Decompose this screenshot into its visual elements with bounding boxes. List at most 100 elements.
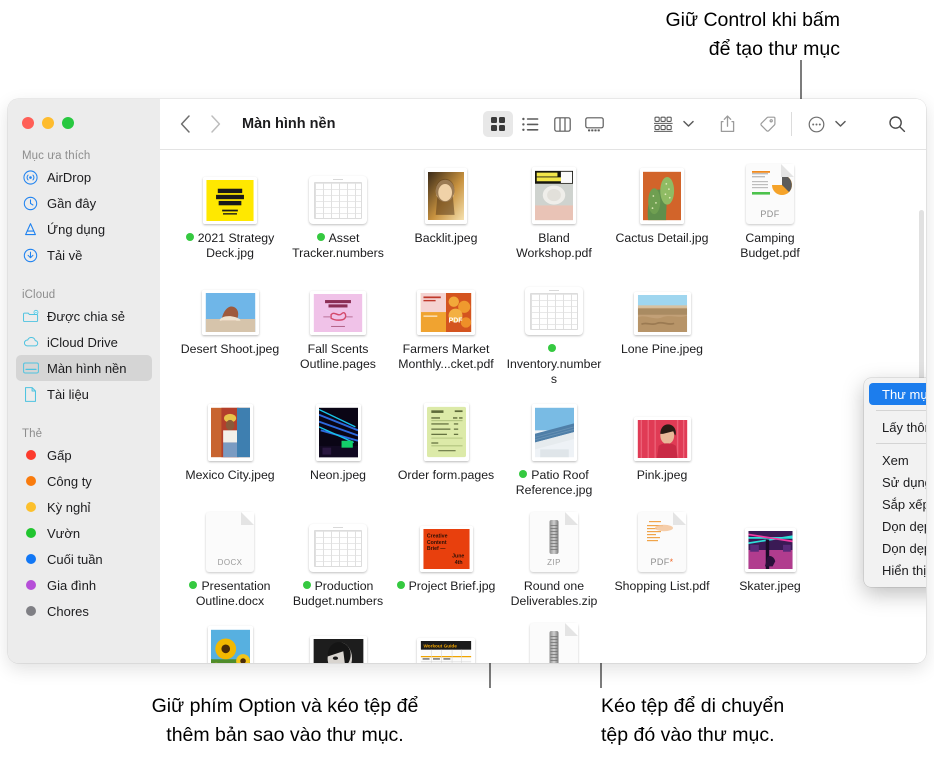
file-item[interactable]: Fall Scents Outline.pages [284,273,392,387]
sidebar-item-tag-giadinh[interactable]: Gia đình [16,572,152,598]
file-name: Project Brief.jpg [396,579,495,594]
zoom-button[interactable] [62,117,74,129]
back-button[interactable] [170,109,200,139]
file-item[interactable]: Inventory.numbers [500,273,608,387]
sidebar-item-tag-gap[interactable]: Gấp [16,442,152,468]
sidebar-section-icloud-title: iCloud [22,289,56,301]
menu-item-clean-up[interactable]: Dọn dẹp [869,515,926,537]
svg-text:Workout Guide: Workout Guide [423,644,457,649]
file-thumbnail [633,273,691,335]
file-item[interactable] [284,621,392,663]
menu-item-label: Xem [882,452,909,468]
docx-document-icon: DOCX [206,512,254,572]
sidebar-item-icloud-drive[interactable]: iCloud Drive [16,329,152,355]
sidebar-item-label: iCloud Drive [47,334,118,350]
menu-item-show-view-options[interactable]: Hiển thị tùy chọn Xem [869,559,926,581]
search-button[interactable] [882,111,912,137]
share-button[interactable] [712,111,742,137]
chevron-down-icon[interactable] [835,115,846,133]
file-item[interactable]: DOCX Presentation Outline.docx [176,510,284,609]
sidebar-section-favorites-title: Mục ưa thích [22,150,91,162]
menu-item-use-groups[interactable]: Sử dụng Nhóm [869,471,926,493]
menu-item-sort-by[interactable]: Sắp xếp theo [869,493,926,515]
sidebar-item-tag-kynghi[interactable]: Kỳ nghỉ [16,494,152,520]
more-actions-button[interactable] [801,111,831,137]
file-thumbnail [315,399,361,461]
sidebar-item-tag-chores[interactable]: Chores [16,598,152,624]
file-name: Order form.pages [397,468,495,482]
file-grid[interactable]: 2021 Strategy Deck.jpg Asset Tracker.num… [160,150,926,663]
file-item[interactable]: Workout Guide [392,621,500,663]
desktop-icon [22,360,39,377]
file-name: Production Budget.numbers [292,579,384,608]
file-item[interactable]: Order form.pages [392,399,500,498]
menu-item-get-info[interactable]: Lấy thông tin [869,416,926,438]
sidebar-item-tag-vuon[interactable]: Vườn [16,520,152,546]
file-item[interactable]: Neon.jpeg [284,399,392,498]
file-item[interactable]: Lone Pine.jpeg [608,273,716,387]
toolbar-divider [791,112,792,136]
file-name: Desert Shoot.jpeg [180,342,280,356]
menu-item-clean-up-by[interactable]: Dọn dẹp theo [869,537,926,559]
sidebar-item-documents[interactable]: Tài liệu [16,381,152,407]
menu-item-view[interactable]: Xem [869,449,926,471]
file-item[interactable]: Patio Roof Reference.jpg [500,399,608,498]
file-item[interactable]: PDF* Shopping List.pdf [608,510,716,609]
sidebar-item-recents[interactable]: Gần đây [16,190,152,216]
file-item[interactable]: Creative Content Brief — June 4th Project Br… [392,510,500,609]
sidebar-item-label: Kỳ nghỉ [47,499,91,515]
file-thumbnail: Workout Guide [417,621,475,663]
file-item[interactable]: ZIP [500,621,608,663]
file-item[interactable]: 2021 Strategy Deck.jpg [176,162,284,261]
sidebar-item-shared[interactable]: Được chia sẻ [16,303,152,329]
file-name: Bland Workshop.pdf [516,231,592,260]
tag-dot-icon [22,499,39,516]
menu-separator [876,443,926,444]
sidebar-item-label: Tài liệu [47,386,89,402]
view-icon-button[interactable] [483,111,513,137]
file-item[interactable]: Cactus Detail.jpg [608,162,716,261]
sidebar-item-tag-cuoituan[interactable]: Cuối tuần [16,546,152,572]
view-mode-group [483,111,609,137]
file-item[interactable]: Backlit.jpeg [392,162,500,261]
menu-item-new-folder[interactable]: Thư mục mới [869,383,926,405]
file-item[interactable]: Mexico City.jpeg [176,399,284,498]
view-list-button[interactable] [515,111,545,137]
file-item[interactable]: Bland Workshop.pdf [500,162,608,261]
minimize-button[interactable] [42,117,54,129]
file-item[interactable]: Desert Shoot.jpeg [176,273,284,387]
main-pane: Màn hình nền 2021 Strategy Deck.jpg Asse… [160,99,926,663]
file-name: Presentation Outline.docx [180,579,280,609]
tag-dot-icon [302,581,311,589]
forward-button[interactable] [200,109,230,139]
file-item[interactable]: Pink.jpeg [608,399,716,498]
svg-text:PDF: PDF [449,317,463,324]
file-item[interactable]: ZIP Round one Deliverables.zip [500,510,608,609]
file-item[interactable]: Skater.jpeg [716,510,824,609]
shared-folder-icon [22,308,39,325]
sidebar-item-label: Chores [47,603,89,619]
group-by-group[interactable] [649,111,694,137]
group-by-button[interactable] [649,111,679,137]
context-menu[interactable]: Thư mục mới Lấy thông tin Xem Sử dụng Nh… [864,378,926,587]
tags-button[interactable] [752,111,782,137]
file-thumbnail [309,162,367,224]
file-item[interactable]: PDF Camping Budget.pdf [716,162,824,261]
sidebar-item-tag-congty[interactable]: Công ty [16,468,152,494]
file-item[interactable] [176,621,284,663]
sidebar-item-applications[interactable]: Ứng dụng [16,216,152,242]
view-gallery-button[interactable] [579,111,609,137]
file-item[interactable]: Asset Tracker.numbers [284,162,392,261]
tag-dot-icon [22,525,39,542]
chevron-down-icon[interactable] [683,115,694,133]
sidebar-item-downloads[interactable]: Tải về [16,242,152,268]
sidebar-item-airdrop[interactable]: AirDrop [16,164,152,190]
view-column-button[interactable] [547,111,577,137]
pdf-document-icon: PDF [746,164,794,224]
file-thumbnail [309,510,367,572]
more-actions-group[interactable] [801,111,846,137]
file-item[interactable]: PDF Farmers Market Monthly...cket.pdf [392,273,500,387]
close-button[interactable] [22,117,34,129]
sidebar-item-desktop[interactable]: Màn hình nền [16,355,152,381]
file-item[interactable]: Production Budget.numbers [284,510,392,609]
